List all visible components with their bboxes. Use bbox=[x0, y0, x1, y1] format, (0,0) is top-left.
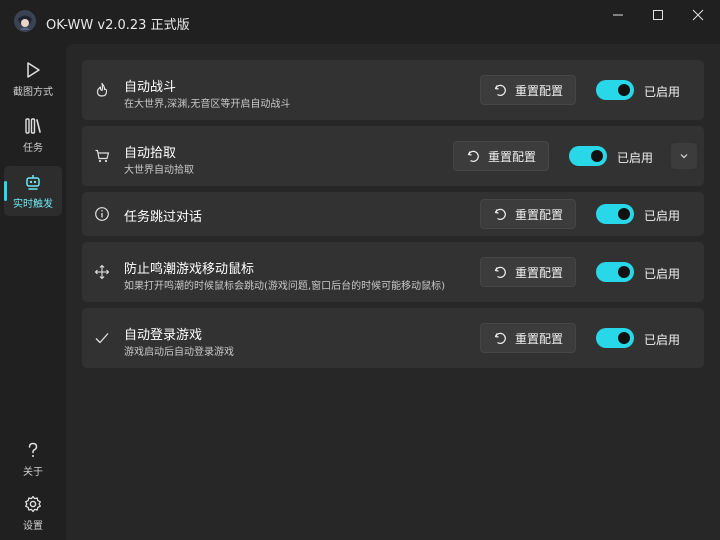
task-card-auto-combat: 自动战斗 在大世界,深渊,无音区等开启自动战斗 重置配置 已启用 bbox=[82, 60, 704, 120]
undo-icon bbox=[493, 265, 507, 279]
toggle-knob bbox=[618, 84, 630, 96]
sidebar-item-about[interactable]: 关于 bbox=[4, 434, 62, 484]
robot-icon bbox=[26, 175, 40, 190]
sidebar-item-realtime-trigger[interactable]: 实时触发 bbox=[4, 166, 62, 216]
reset-config-button[interactable]: 重置配置 bbox=[480, 323, 576, 353]
reset-config-label: 重置配置 bbox=[514, 83, 563, 98]
toggle-knob bbox=[618, 266, 630, 278]
task-card-auto-login: 自动登录游戏 游戏启动后自动登录游戏 重置配置 已启用 bbox=[82, 308, 704, 368]
sidebar-item-label: 关于 bbox=[23, 467, 43, 478]
sidebar-item-label: 设置 bbox=[23, 521, 43, 532]
maximize-icon bbox=[653, 10, 663, 20]
gear-icon bbox=[25, 495, 41, 513]
reset-config-button[interactable]: 重置配置 bbox=[480, 257, 576, 287]
toggle-status-label: 已启用 bbox=[644, 333, 681, 347]
close-icon bbox=[692, 9, 704, 21]
enable-toggle[interactable] bbox=[569, 146, 607, 166]
active-indicator bbox=[4, 181, 7, 201]
play-icon bbox=[27, 62, 40, 78]
task-title: 自动拾取 bbox=[124, 146, 177, 161]
fire-icon bbox=[94, 82, 110, 98]
sidebar-item-label: 实时触发 bbox=[13, 199, 53, 210]
check-icon bbox=[94, 330, 110, 346]
expand-button[interactable] bbox=[671, 143, 697, 169]
toggle-knob bbox=[618, 208, 630, 220]
close-button[interactable] bbox=[676, 0, 720, 30]
window-title: OK-WW v2.0.23 正式版 bbox=[46, 18, 190, 33]
toggle-status-label: 已启用 bbox=[617, 151, 654, 165]
chevron-down-icon bbox=[680, 154, 688, 159]
sidebar: 截图方式 任务 实时触发 关于 设置 bbox=[0, 44, 66, 540]
task-card-auto-pickup: 自动拾取 大世界自动拾取 重置配置 已启用 bbox=[82, 126, 704, 186]
cart-icon bbox=[94, 148, 110, 164]
sidebar-item-screenshot-method[interactable]: 截图方式 bbox=[4, 54, 62, 104]
minimize-button[interactable] bbox=[596, 0, 640, 30]
task-description: 大世界自动拾取 bbox=[124, 165, 194, 176]
enable-toggle[interactable] bbox=[596, 80, 634, 100]
undo-icon bbox=[493, 331, 507, 345]
toggle-status-label: 已启用 bbox=[644, 209, 681, 223]
sidebar-item-label: 截图方式 bbox=[13, 87, 53, 98]
task-title: 防止鸣潮游戏移动鼠标 bbox=[124, 262, 255, 277]
tasks-icon bbox=[25, 118, 41, 134]
title-bar: OK-WW v2.0.23 正式版 bbox=[0, 0, 720, 44]
minimize-icon bbox=[613, 14, 623, 16]
reset-config-button[interactable]: 重置配置 bbox=[480, 199, 576, 229]
reset-config-label: 重置配置 bbox=[514, 265, 563, 280]
task-title: 自动战斗 bbox=[124, 80, 177, 95]
toggle-status-label: 已启用 bbox=[644, 85, 681, 99]
sidebar-item-settings[interactable]: 设置 bbox=[4, 488, 62, 538]
task-description: 游戏启动后自动登录游戏 bbox=[124, 347, 234, 358]
toggle-status-label: 已启用 bbox=[644, 267, 681, 281]
app-logo-icon bbox=[14, 10, 36, 32]
reset-config-label: 重置配置 bbox=[487, 149, 536, 164]
undo-icon bbox=[493, 83, 507, 97]
enable-toggle[interactable] bbox=[596, 262, 634, 282]
toggle-knob bbox=[591, 150, 603, 162]
task-description: 如果打开鸣潮的时候鼠标会跳动(游戏问题,窗口后台的时候可能移动鼠标) bbox=[124, 281, 445, 292]
undo-icon bbox=[466, 149, 480, 163]
main-content: 自动战斗 在大世界,深渊,无音区等开启自动战斗 重置配置 已启用 自动拾取 大世… bbox=[66, 44, 720, 540]
reset-config-button[interactable]: 重置配置 bbox=[453, 141, 549, 171]
task-title: 任务跳过对话 bbox=[124, 210, 203, 225]
task-description: 在大世界,深渊,无音区等开启自动战斗 bbox=[124, 99, 291, 110]
task-card-skip-dialog: 任务跳过对话 重置配置 已启用 bbox=[82, 192, 704, 236]
toggle-knob bbox=[618, 332, 630, 344]
undo-icon bbox=[493, 207, 507, 221]
reset-config-label: 重置配置 bbox=[514, 207, 563, 222]
sidebar-item-label: 任务 bbox=[23, 143, 43, 154]
enable-toggle[interactable] bbox=[596, 204, 634, 224]
task-card-prevent-mouse-move: 防止鸣潮游戏移动鼠标 如果打开鸣潮的时候鼠标会跳动(游戏问题,窗口后台的时候可能… bbox=[82, 242, 704, 302]
reset-config-button[interactable]: 重置配置 bbox=[480, 75, 576, 105]
info-icon bbox=[94, 206, 110, 222]
move-icon bbox=[94, 264, 110, 280]
task-title: 自动登录游戏 bbox=[124, 328, 203, 343]
reset-config-label: 重置配置 bbox=[514, 331, 563, 346]
help-icon bbox=[28, 442, 38, 457]
enable-toggle[interactable] bbox=[596, 328, 634, 348]
maximize-button[interactable] bbox=[636, 0, 680, 30]
sidebar-item-tasks[interactable]: 任务 bbox=[4, 110, 62, 160]
